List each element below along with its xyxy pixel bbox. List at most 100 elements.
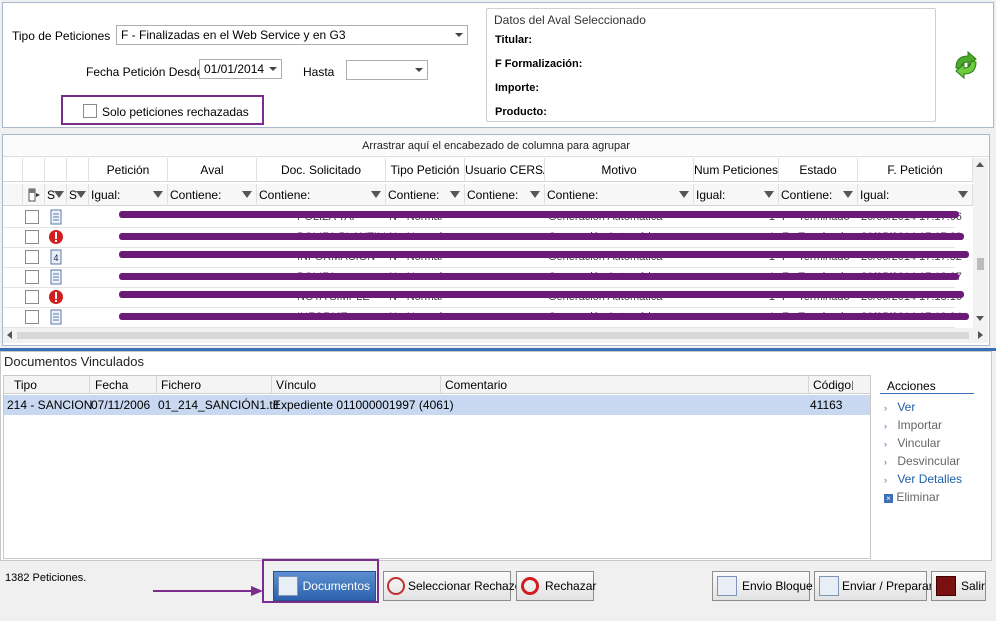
filter-tipo-peticion[interactable]: Contiene: xyxy=(386,184,465,206)
accion-ver-detalles-label: Ver Detalles xyxy=(897,472,963,486)
filter-icon xyxy=(371,191,381,198)
aval-title: Datos del Aval Seleccionado xyxy=(494,13,646,27)
grid-header: Petición Aval Doc. Solicitado Tipo Petic… xyxy=(3,158,973,182)
fecha-hasta-picker[interactable] xyxy=(346,60,428,80)
documentos-table: Tipo Fecha Fichero Vínculo Comentario Có… xyxy=(3,375,871,559)
salir-button[interactable]: Salir xyxy=(931,571,986,601)
chevron-right-icon: › xyxy=(884,457,887,467)
col-vinculo[interactable]: Vínculo xyxy=(276,378,316,392)
column-chooser-icon[interactable] xyxy=(23,184,45,206)
col-header-f-peticion[interactable]: F. Petición xyxy=(858,158,973,182)
accion-vincular[interactable]: › Vincular xyxy=(884,436,940,450)
scroll-left-arrow[interactable] xyxy=(7,331,12,339)
filter-label: Igual: xyxy=(91,188,121,202)
col-header-estado[interactable]: Estado xyxy=(779,158,858,182)
rechazar-button[interactable]: Rechazar xyxy=(516,571,596,601)
accion-vincular-label: Vincular xyxy=(897,436,941,450)
chevron-right-icon: › xyxy=(884,421,887,431)
filter-label: Contiene: xyxy=(259,188,311,202)
row-checkbox[interactable] xyxy=(25,270,39,284)
chevron-down-icon xyxy=(269,67,277,71)
tipo-peticiones-select[interactable]: F - Finalizadas en el Web Service y en G… xyxy=(116,25,468,45)
accion-ver-detalles[interactable]: › Ver Detalles xyxy=(884,472,962,486)
col-fichero[interactable]: Fichero xyxy=(161,378,201,392)
filter-num-peticiones[interactable]: Igual: xyxy=(694,184,779,206)
row-checkbox[interactable] xyxy=(25,250,39,264)
seleccionar-rechazo-button[interactable]: Seleccionar Rechazo xyxy=(383,571,521,601)
table-row[interactable]: 4INFORMACIONN - NormalGeneración Automát… xyxy=(3,248,969,268)
filter-aval[interactable]: Contiene: xyxy=(168,184,257,206)
filter-icon xyxy=(242,191,252,198)
svg-text:4: 4 xyxy=(53,253,58,263)
filter-motivo[interactable]: Contiene: xyxy=(545,184,694,206)
acciones-title: Acciones xyxy=(887,379,936,393)
delete-icon: × xyxy=(884,494,893,503)
filter-usuario-cersa[interactable]: Contiene: xyxy=(465,184,545,206)
table-row[interactable]: POLIZA TAPN - NormalGeneración Automátic… xyxy=(3,208,962,228)
salir-label: Salir xyxy=(961,579,986,593)
redaction-mark xyxy=(119,291,964,298)
scroll-thumb[interactable] xyxy=(977,258,984,270)
table-row[interactable]: NOTA SIMPLEN - NormalGeneración Automáti… xyxy=(3,288,964,308)
col-divider xyxy=(89,376,90,394)
peticiones-count: 1382 Peticiones. xyxy=(5,572,87,584)
s1-column-header xyxy=(45,158,67,182)
grid-horizontal-scrollbar[interactable] xyxy=(3,328,988,343)
scroll-thumb[interactable] xyxy=(17,332,969,339)
formalizacion-label: F Formalización: xyxy=(495,58,583,70)
col-header-tipo-peticion[interactable]: Tipo Petición xyxy=(386,158,465,182)
col-header-motivo[interactable]: Motivo xyxy=(545,158,694,182)
col-header-peticion[interactable]: Petición xyxy=(89,158,168,182)
filter-estado[interactable]: Contiene: xyxy=(779,184,858,206)
accion-eliminar[interactable]: × Eliminar xyxy=(884,490,940,504)
scroll-right-arrow[interactable] xyxy=(978,331,983,339)
s1-filter[interactable]: S xyxy=(45,184,67,206)
col-header-usuario-cersa[interactable]: Usuario CERSA xyxy=(465,158,545,182)
scroll-up-arrow[interactable] xyxy=(976,162,984,167)
check-column-header xyxy=(23,158,45,182)
filter-label: Contiene: xyxy=(170,188,222,202)
accion-desvincular[interactable]: › Desvincular xyxy=(884,454,960,468)
arrow-annotation xyxy=(153,585,263,596)
col-header-num-peticiones[interactable]: Num Peticiones xyxy=(694,158,779,182)
group-by-area[interactable]: Arrastrar aquí el encabezado de columna … xyxy=(3,135,989,157)
row-checkbox[interactable] xyxy=(25,290,39,304)
redaction-mark xyxy=(119,233,964,240)
col-fecha[interactable]: Fecha xyxy=(95,378,128,392)
grid-vertical-scrollbar[interactable] xyxy=(973,158,988,328)
grid-body: POLIZA TAPN - NormalGeneración Automátic… xyxy=(3,206,973,328)
fecha-desde-picker[interactable]: 01/01/2014 xyxy=(199,59,282,79)
filter-icon xyxy=(76,191,86,198)
enviar-preparar-button[interactable]: Enviar / Preparar xyxy=(814,571,933,601)
row-checkbox[interactable] xyxy=(25,230,39,244)
refresh-icon[interactable] xyxy=(950,50,982,80)
documentos-row[interactable]: 214 - SANCION 07/11/2006 01_214_SANCIÓN1… xyxy=(4,395,870,415)
accion-desvincular-label: Desvincular xyxy=(897,454,961,468)
col-divider xyxy=(156,376,157,394)
table-row[interactable]: POLIZAN - NormalGeneración Automática1F … xyxy=(3,268,962,288)
filter-doc-solicitado[interactable]: Contiene: xyxy=(257,184,386,206)
envio-bloque-button[interactable]: Envio Bloque xyxy=(712,571,813,601)
accion-ver[interactable]: › Ver xyxy=(884,400,915,414)
s2-filter[interactable]: S xyxy=(67,184,89,206)
col-tipo[interactable]: Tipo xyxy=(14,378,37,392)
col-header-doc-solicitado[interactable]: Doc. Solicitado xyxy=(257,158,386,182)
row-checkbox[interactable] xyxy=(25,210,39,224)
importe-label: Importe: xyxy=(495,82,539,94)
col-comentario[interactable]: Comentario xyxy=(445,378,507,392)
table-row[interactable]: INFORMEN - NormalGeneración Automática1F… xyxy=(3,308,969,328)
send-prepare-icon xyxy=(819,576,839,596)
filter-peticion[interactable]: Igual: xyxy=(89,184,168,206)
table-row[interactable]: POLIZA PLANTILLAN - NormalGeneración Aut… xyxy=(3,228,964,248)
filter-f-peticion[interactable]: Igual: xyxy=(858,184,973,206)
seleccionar-rechazo-label: Seleccionar Rechazo xyxy=(408,579,522,593)
col-header-aval[interactable]: Aval xyxy=(168,158,257,182)
solo-rechazadas-checkbox[interactable] xyxy=(83,104,97,118)
row-checkbox[interactable] xyxy=(25,310,39,324)
accion-eliminar-label: Eliminar xyxy=(896,490,940,504)
cell-vinculo: Expediente 011000001997 (4061) xyxy=(273,398,454,412)
accion-importar[interactable]: › Importar xyxy=(884,418,942,432)
documentos-button[interactable]: Documentos xyxy=(273,571,376,601)
col-codigo[interactable]: Código xyxy=(813,378,851,392)
scroll-down-arrow[interactable] xyxy=(976,316,984,321)
